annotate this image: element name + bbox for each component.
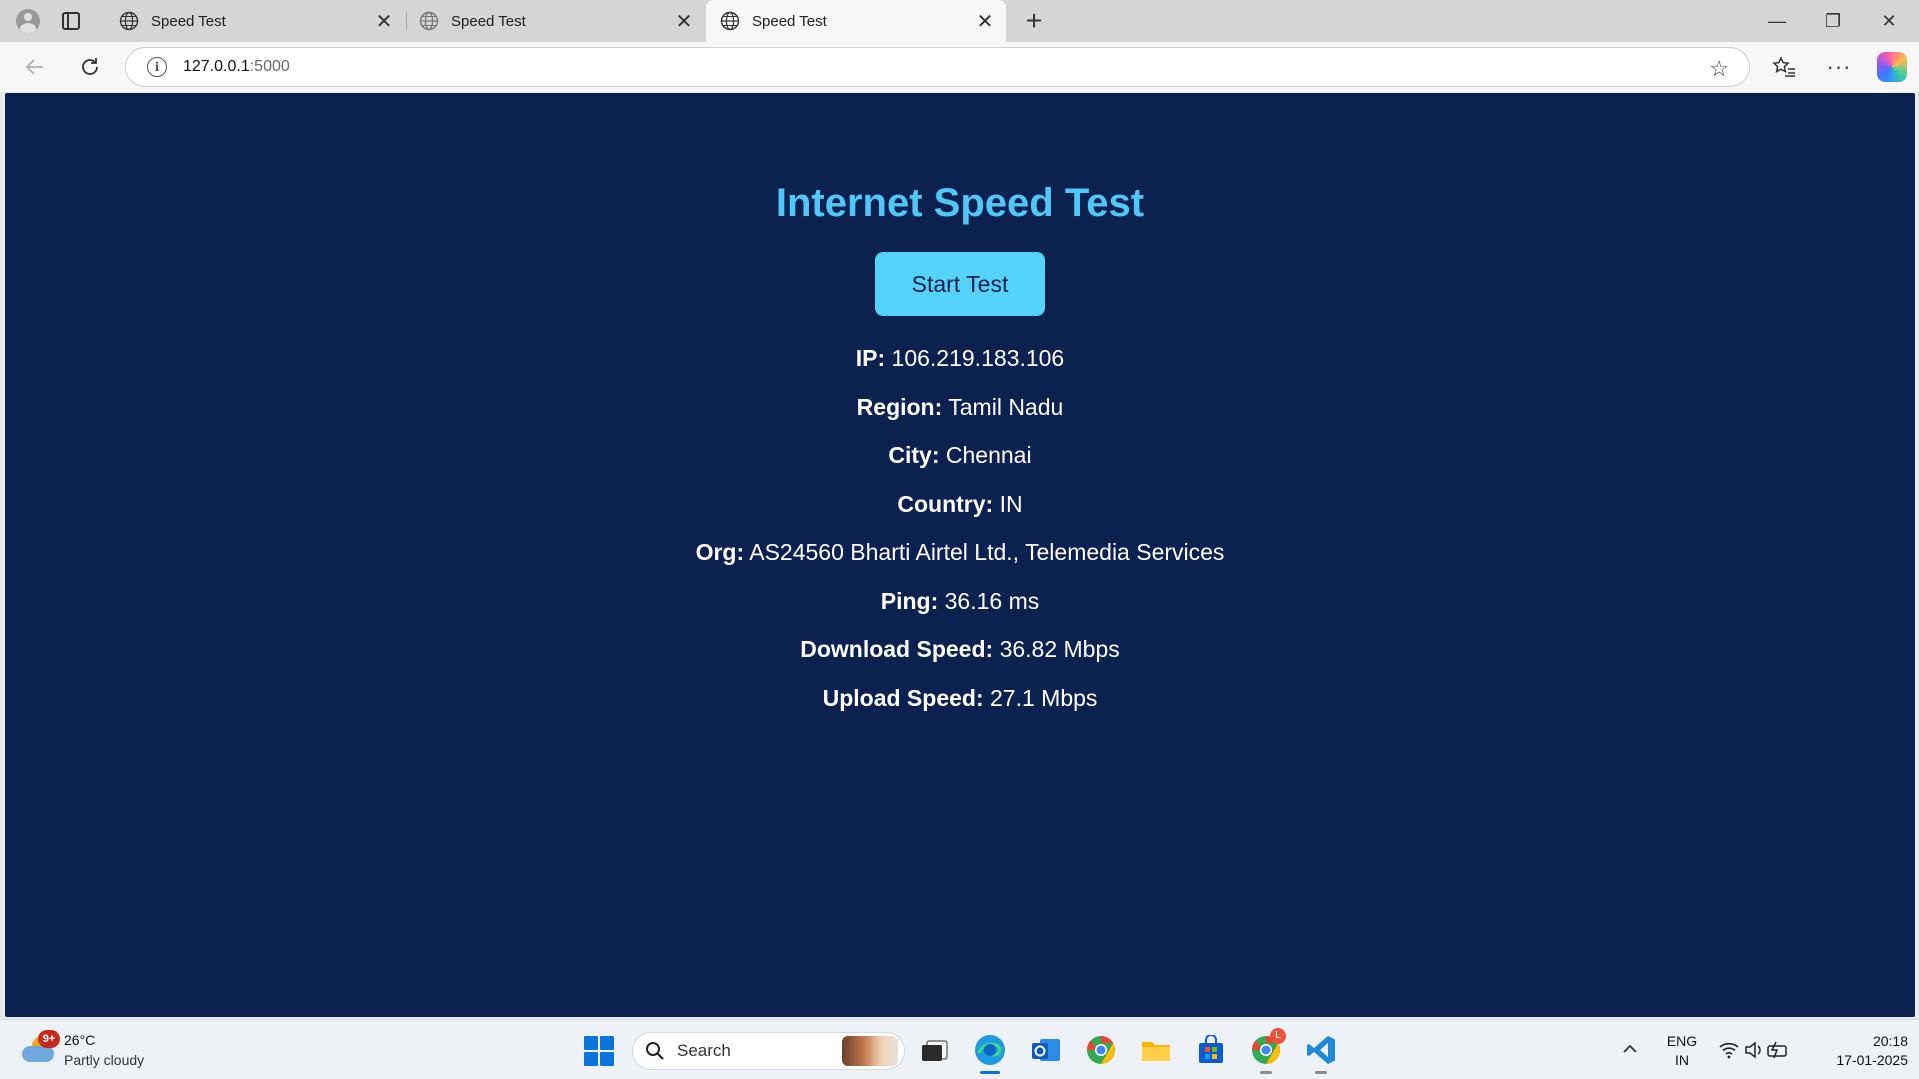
running-app-indicator (1315, 1071, 1327, 1074)
info-value: Tamil Nadu (948, 393, 1064, 420)
task-view-icon[interactable] (917, 1032, 953, 1068)
clock-date: 17-01-2025 (1836, 1052, 1908, 1068)
info-row-region: Region: Tamil Nadu (5, 393, 1915, 442)
weather-widget[interactable]: 9+ 26°C Partly cloudy (22, 1030, 172, 1070)
taskbar-search-box[interactable]: Search (632, 1032, 905, 1070)
vscode-icon[interactable] (1303, 1032, 1339, 1074)
search-label: Search (677, 1041, 731, 1060)
address-bar[interactable]: i 127.0.0.1:5000 ☆ (125, 47, 1750, 87)
address-url[interactable]: 127.0.0.1:5000 (183, 58, 290, 76)
edge-browser-icon[interactable] (972, 1032, 1008, 1074)
chrome-profile-icon[interactable]: L (1248, 1028, 1286, 1074)
partly-cloudy-weather-icon: 9+ (22, 1030, 60, 1062)
restore-window-icon[interactable]: ❐ (1805, 0, 1861, 42)
search-icon (646, 1042, 664, 1060)
info-row-upload-speed: Upload Speed: 27.1 Mbps (5, 684, 1915, 733)
tab-title: Speed Test (151, 12, 226, 30)
reload-icon[interactable] (72, 50, 108, 84)
weather-temperature: 26°C (64, 1032, 96, 1048)
close-tab-icon[interactable]: ✕ (970, 6, 1000, 36)
windows-start-icon[interactable] (584, 1036, 614, 1066)
info-value: 106.219.183.106 (891, 345, 1065, 371)
info-label: Download Speed: (800, 636, 994, 662)
profile-button[interactable] (12, 8, 44, 34)
file-explorer-icon[interactable] (1138, 1032, 1174, 1068)
clock-time: 20:18 (1872, 1033, 1908, 1049)
globe-icon (119, 11, 139, 31)
language-code: ENG (1666, 1033, 1698, 1049)
info-value: Chennai (945, 442, 1032, 468)
page-viewport: Internet Speed Test Start Test IP: 106.2… (5, 93, 1915, 1017)
info-row-org: Org: AS24560 Bharti Airtel Ltd., Telemed… (5, 538, 1915, 587)
info-label: Upload Speed: (822, 684, 984, 711)
search-highlight-image (842, 1036, 898, 1066)
close-tab-icon[interactable]: ✕ (369, 6, 399, 36)
tab-title: Speed Test (752, 12, 827, 30)
active-app-indicator (980, 1071, 1000, 1074)
info-label: Ping: (880, 587, 939, 614)
info-row-ip: IP: 106.219.183.106 (5, 344, 1915, 393)
volume-icon (1745, 1041, 1761, 1059)
start-test-button[interactable]: Start Test (875, 252, 1045, 316)
favorite-star-icon[interactable]: ☆ (1709, 56, 1729, 82)
tab-speed-test-2[interactable]: Speed Test ✕ (405, 0, 705, 42)
back-arrow-icon[interactable] (17, 50, 53, 84)
site-info-icon[interactable]: i (147, 57, 167, 77)
globe-icon (720, 11, 740, 31)
info-row-download-speed: Download Speed: 36.82 Mbps (5, 635, 1915, 684)
connection-info-list: IP: 106.219.183.106 Region: Tamil Nadu C… (5, 344, 1915, 732)
wifi-icon (1719, 1042, 1739, 1059)
info-label: Region: (856, 393, 943, 420)
info-value: AS24560 Bharti Airtel Ltd., Telemedia Se… (749, 539, 1225, 565)
globe-icon (419, 11, 439, 31)
close-window-icon[interactable]: ✕ (1861, 0, 1917, 42)
system-tray-icons[interactable] (1718, 1038, 1790, 1062)
running-app-indicator (1260, 1071, 1272, 1074)
windows-taskbar: 9+ 26°C Partly cloudy Search L ENG IN 20… (0, 1019, 1919, 1079)
minimize-window-icon[interactable]: — (1749, 0, 1805, 42)
info-value: 27.1 Mbps (990, 684, 1098, 711)
info-label: Country: (897, 490, 994, 517)
tab-speed-test-1[interactable]: Speed Test ✕ (105, 0, 405, 42)
favorites-icon[interactable] (1766, 50, 1802, 84)
info-row-ping: Ping: 36.16 ms (5, 587, 1915, 636)
tab-speed-test-active[interactable]: Speed Test ✕ (706, 0, 1006, 42)
microsoft-store-icon[interactable] (1193, 1032, 1229, 1068)
url-host: 127.0.0.1 (183, 58, 250, 75)
tab-actions-menu-icon[interactable] (62, 12, 80, 30)
more-options-icon[interactable]: ··· (1821, 50, 1857, 84)
copilot-icon[interactable] (1877, 52, 1907, 82)
tab-title: Speed Test (451, 12, 526, 30)
info-value: IN (999, 490, 1023, 517)
url-port: :5000 (249, 58, 290, 75)
tab-strip: Speed Test ✕ Speed Test ✕ Speed Test ✕ +… (0, 0, 1919, 42)
profile-badge: L (1270, 1028, 1286, 1044)
keyboard-region: IN (1675, 1052, 1689, 1068)
outlook-icon[interactable] (1028, 1032, 1064, 1068)
browser-toolbar: i 127.0.0.1:5000 ☆ ··· (0, 42, 1919, 92)
close-tab-icon[interactable]: ✕ (669, 6, 699, 36)
info-label: Org: (695, 539, 745, 565)
info-row-country: Country: IN (5, 490, 1915, 539)
info-value: 36.16 ms (944, 587, 1040, 614)
weather-condition: Partly cloudy (64, 1052, 145, 1068)
show-hidden-icons-chevron-icon[interactable] (1622, 1038, 1638, 1059)
info-row-city: City: Chennai (5, 441, 1915, 490)
info-label: IP: (855, 345, 886, 371)
profile-avatar-icon (16, 9, 40, 33)
info-value: 36.82 Mbps (999, 636, 1120, 662)
battery-charging-icon (1767, 1041, 1787, 1059)
taskbar-clock[interactable]: 20:18 17-01-2025 (1812, 1032, 1908, 1070)
info-label: City: (888, 442, 940, 468)
page-title: Internet Speed Test (775, 181, 1145, 225)
input-language-indicator[interactable]: ENG IN (1664, 1032, 1700, 1070)
weather-notification-badge: 9+ (38, 1030, 60, 1048)
chrome-icon[interactable] (1083, 1032, 1119, 1068)
new-tab-plus-icon[interactable]: + (1019, 5, 1049, 36)
